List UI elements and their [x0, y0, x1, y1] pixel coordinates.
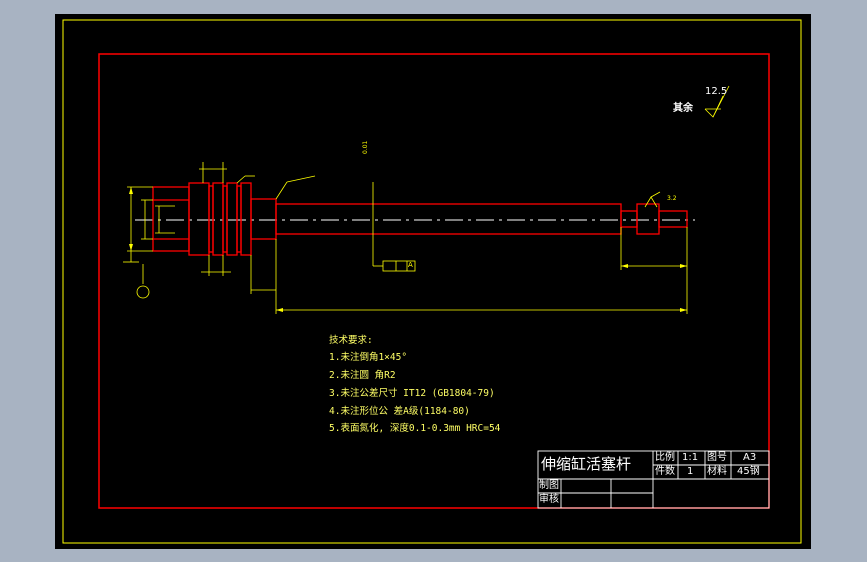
tech-req-item-4: 4.未注形位公 差A级(1184-80) [329, 406, 470, 417]
tolerance-value: 0.01 [362, 140, 369, 154]
surface-finish-value: 12.5 [705, 86, 728, 97]
tech-req-item-5: 5.表面氮化, 深度0.1-0.3mm HRC=54 [329, 423, 501, 434]
material-value: 45钢 [737, 466, 760, 477]
surface-finish-label: 其余 [673, 103, 693, 114]
scale-value: 1:1 [682, 452, 699, 463]
inner-frame [98, 53, 770, 509]
tech-req-item-1: 1.未注倒角1×45° [329, 352, 408, 363]
drawing-no-value: A3 [743, 452, 757, 463]
scale-label: 比例 [655, 452, 675, 463]
dimension-lines [123, 85, 730, 314]
cad-drawing [62, 19, 802, 544]
material-label: 材料 [707, 466, 727, 477]
quantity-value: 1 [687, 466, 694, 477]
quantity-label: 件数 [655, 466, 675, 477]
drawn-by-label: 制图 [539, 480, 559, 491]
end-finish-value: 3.2 [667, 195, 677, 202]
tech-req-item-2: 2.未注圆 角R2 [329, 370, 396, 381]
drawing-sheet: 其余 12.5 3.2 0.01 A 技术要求: 1.未注倒角1×45° 2.未… [55, 14, 811, 549]
checked-by-label: 审核 [539, 494, 559, 505]
tech-req-title: 技术要求: [329, 335, 373, 346]
tech-req-item-3: 3.未注公差尺寸 IT12 (GB1804-79) [329, 388, 495, 399]
section-mark: A [408, 261, 413, 269]
drawing-no-label: 图号 [707, 452, 727, 463]
piston-rod-outline [152, 182, 688, 256]
drawing-title: 伸缩缸活塞杆 [541, 455, 632, 473]
